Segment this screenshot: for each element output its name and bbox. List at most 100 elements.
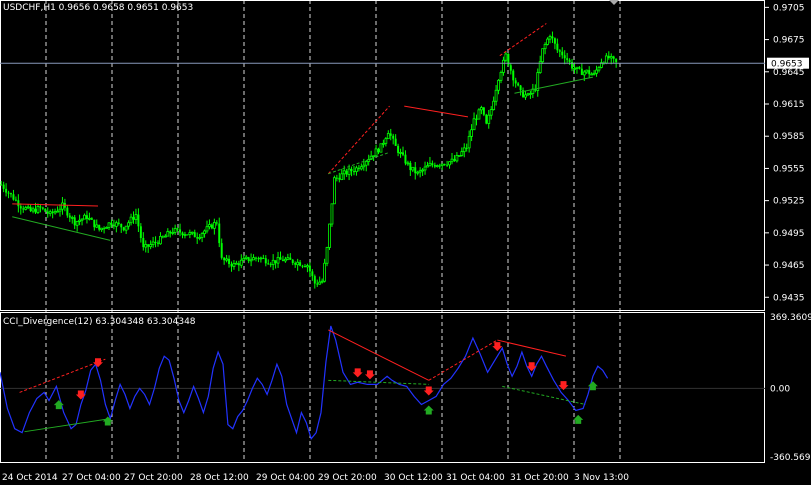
candle-body[interactable] bbox=[543, 44, 547, 50]
candle-body[interactable] bbox=[590, 73, 594, 76]
candle-body[interactable] bbox=[325, 247, 329, 264]
candle-body[interactable] bbox=[257, 258, 260, 260]
candle-body[interactable] bbox=[19, 206, 22, 209]
candle-body[interactable] bbox=[338, 177, 341, 180]
candle-body[interactable] bbox=[512, 70, 515, 81]
candle-body[interactable] bbox=[384, 138, 388, 144]
candle-body[interactable] bbox=[320, 280, 324, 283]
candle-body[interactable] bbox=[359, 166, 363, 170]
candle-body[interactable] bbox=[597, 67, 601, 71]
candle-body[interactable] bbox=[85, 215, 88, 219]
candle-body[interactable] bbox=[2, 184, 5, 189]
candle-body[interactable] bbox=[53, 211, 57, 214]
candle-body[interactable] bbox=[548, 36, 552, 40]
candle-body[interactable] bbox=[440, 163, 444, 167]
candle-body[interactable] bbox=[31, 208, 35, 212]
candle-body[interactable] bbox=[453, 159, 456, 161]
candle-body[interactable] bbox=[134, 214, 138, 221]
candle-body[interactable] bbox=[492, 100, 496, 110]
candle-body[interactable] bbox=[455, 155, 459, 162]
candle-body[interactable] bbox=[22, 208, 25, 210]
candle-body[interactable] bbox=[78, 219, 81, 222]
candle-body[interactable] bbox=[353, 171, 355, 173]
candle-body[interactable] bbox=[210, 224, 213, 229]
candle-body[interactable] bbox=[234, 262, 238, 265]
candle-body[interactable] bbox=[186, 234, 189, 236]
candle-body[interactable] bbox=[264, 258, 267, 264]
candle-body[interactable] bbox=[477, 109, 481, 120]
candle-body[interactable] bbox=[470, 129, 474, 137]
candle-body[interactable] bbox=[129, 216, 133, 224]
candle-body[interactable] bbox=[575, 66, 579, 69]
candle-body[interactable] bbox=[181, 232, 184, 236]
candle-body[interactable] bbox=[504, 53, 508, 61]
candle-body[interactable] bbox=[274, 260, 277, 264]
candle-body[interactable] bbox=[460, 151, 464, 156]
candle-body[interactable] bbox=[296, 261, 300, 266]
candle-body[interactable] bbox=[291, 259, 294, 264]
candle-body[interactable] bbox=[517, 83, 520, 86]
candle-body[interactable] bbox=[475, 118, 478, 120]
candle-body[interactable] bbox=[394, 138, 397, 146]
candle-body[interactable] bbox=[487, 114, 491, 124]
candle-body[interactable] bbox=[39, 206, 42, 208]
candle-body[interactable] bbox=[561, 51, 564, 56]
candle-body[interactable] bbox=[494, 89, 498, 102]
candle-body[interactable] bbox=[58, 208, 62, 212]
candle-body[interactable] bbox=[485, 114, 488, 124]
candle-body[interactable] bbox=[46, 211, 49, 214]
candle-body[interactable] bbox=[205, 226, 209, 232]
candle-body[interactable] bbox=[563, 55, 566, 59]
candle-body[interactable] bbox=[193, 232, 196, 238]
candle-body[interactable] bbox=[271, 259, 275, 265]
candle-body[interactable] bbox=[345, 170, 348, 175]
candle-body[interactable] bbox=[448, 161, 451, 166]
candle-body[interactable] bbox=[541, 48, 545, 63]
candle-body[interactable] bbox=[220, 243, 223, 258]
chart-window[interactable]: 0.97050.96750.96450.96150.95850.95550.95… bbox=[0, 0, 811, 485]
candle-body[interactable] bbox=[402, 152, 404, 155]
candle-body[interactable] bbox=[529, 93, 532, 95]
candle-body[interactable] bbox=[406, 162, 410, 165]
candle-body[interactable] bbox=[556, 43, 559, 51]
candle-body[interactable] bbox=[582, 71, 586, 76]
candle-body[interactable] bbox=[433, 164, 436, 167]
candle-body[interactable] bbox=[612, 56, 615, 59]
candle-body[interactable] bbox=[362, 164, 366, 168]
candle-body[interactable] bbox=[68, 215, 71, 218]
candle-body[interactable] bbox=[357, 167, 360, 169]
candle-body[interactable] bbox=[558, 50, 561, 52]
candle-body[interactable] bbox=[281, 259, 284, 261]
candle-body[interactable] bbox=[414, 167, 417, 174]
candle-body[interactable] bbox=[607, 55, 610, 58]
candle-body[interactable] bbox=[88, 217, 91, 220]
candle-body[interactable] bbox=[225, 258, 229, 261]
candle-body[interactable] bbox=[132, 217, 135, 220]
candle-body[interactable] bbox=[308, 265, 311, 272]
candle-body[interactable] bbox=[397, 145, 400, 153]
candle-body[interactable] bbox=[389, 133, 392, 136]
candle-body[interactable] bbox=[242, 258, 246, 261]
candle-body[interactable] bbox=[465, 147, 468, 149]
candle-body[interactable] bbox=[409, 162, 412, 171]
candle-body[interactable] bbox=[335, 177, 338, 179]
candle-body[interactable] bbox=[10, 193, 12, 195]
candle-body[interactable] bbox=[161, 236, 164, 238]
candle-body[interactable] bbox=[100, 227, 104, 231]
candle-body[interactable] bbox=[80, 218, 84, 221]
candle-body[interactable] bbox=[83, 214, 86, 220]
candle-body[interactable] bbox=[249, 259, 253, 262]
candle-body[interactable] bbox=[154, 241, 157, 243]
candle-body[interactable] bbox=[472, 118, 476, 131]
candle-body[interactable] bbox=[127, 222, 130, 227]
candle-body[interactable] bbox=[301, 265, 304, 267]
candle-body[interactable] bbox=[553, 38, 556, 44]
candle-body[interactable] bbox=[286, 257, 290, 260]
candle-body[interactable] bbox=[212, 222, 216, 229]
candle-body[interactable] bbox=[114, 222, 118, 227]
candle-body[interactable] bbox=[446, 164, 449, 166]
candle-body[interactable] bbox=[232, 263, 236, 267]
candle-body[interactable] bbox=[255, 257, 257, 259]
candle-body[interactable] bbox=[163, 235, 167, 238]
candle-body[interactable] bbox=[110, 222, 113, 225]
